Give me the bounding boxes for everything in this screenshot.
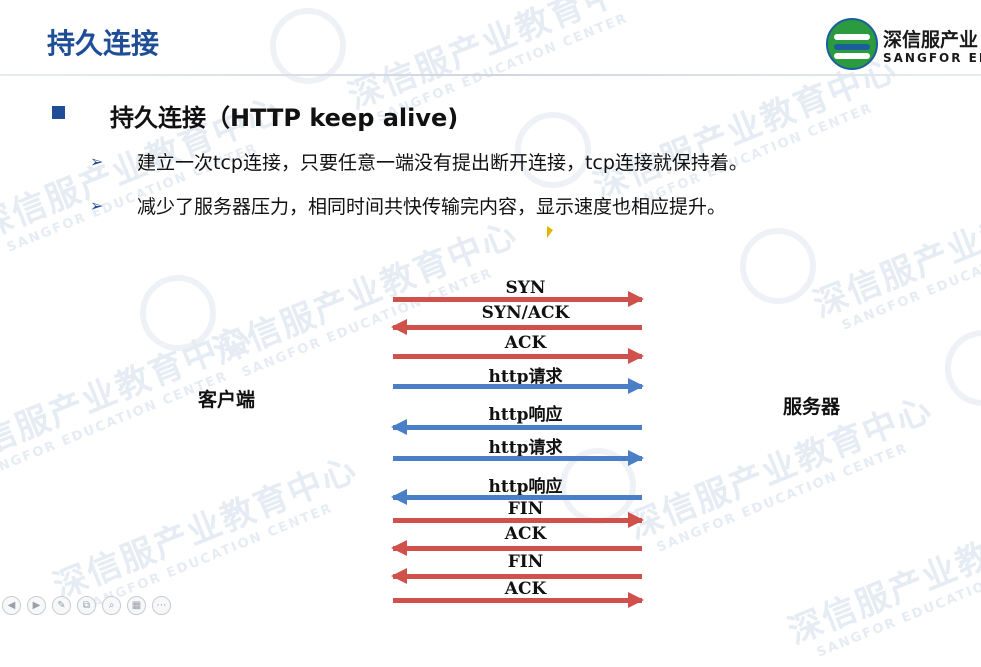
arrow-bullet-icon: ➢ bbox=[90, 152, 104, 171]
message-arrow-right bbox=[393, 348, 644, 364]
message-arrow-right bbox=[393, 512, 644, 528]
message-arrow-left bbox=[391, 540, 642, 556]
watermark-seal bbox=[270, 8, 346, 84]
message-arrow-right bbox=[393, 291, 644, 307]
message-arrow-right bbox=[393, 378, 644, 394]
zoom-icon[interactable]: ⌕ bbox=[102, 596, 121, 615]
message-arrow-left bbox=[391, 319, 642, 335]
watermark: 深信服产业教育中心SANGFOR EDUCATION CENTER bbox=[807, 167, 981, 334]
message-arrow-right bbox=[393, 592, 644, 608]
square-bullet-icon bbox=[52, 106, 65, 119]
slide-title: 持久连接 bbox=[47, 27, 160, 60]
watermark-seal bbox=[740, 228, 816, 304]
message-arrow-left bbox=[391, 419, 642, 435]
play-icon[interactable]: ▶ bbox=[27, 596, 46, 615]
message-label: http响应 bbox=[488, 477, 563, 497]
message-label: ACK bbox=[504, 524, 547, 544]
message-label: http响应 bbox=[488, 405, 563, 425]
grid-icon[interactable]: ▦ bbox=[127, 596, 146, 615]
message-label: http请求 bbox=[488, 438, 563, 458]
message-label: FIN bbox=[507, 552, 544, 572]
watermark-seal bbox=[945, 330, 981, 406]
message-arrow-right bbox=[393, 450, 644, 466]
watermark-seal bbox=[140, 275, 216, 351]
bullet-point: 建立一次tcp连接，只要任意一端没有提出断开连接，tcp连接就保持着。 bbox=[137, 152, 748, 174]
sangfor-logo-icon bbox=[826, 18, 878, 70]
server-label: 服务器 bbox=[783, 396, 841, 418]
message-label: ACK bbox=[504, 579, 547, 599]
client-label: 客户端 bbox=[198, 389, 256, 411]
message-label: FIN bbox=[507, 499, 544, 519]
section-heading: 持久连接（HTTP keep alive) bbox=[110, 104, 459, 132]
slideshow-toolbar: ◀ ▶ ✎ ⧉ ⌕ ▦ ⋯ bbox=[2, 596, 171, 615]
copy-icon[interactable]: ⧉ bbox=[77, 596, 96, 615]
prev-icon[interactable]: ◀ bbox=[2, 596, 21, 615]
watermark: 深信服产业教育中心SANGFOR EDUCATION CENTER bbox=[622, 389, 939, 556]
pen-icon[interactable]: ✎ bbox=[52, 596, 71, 615]
logo-name-cn: 深信服产业 bbox=[883, 29, 979, 51]
message-label: ACK bbox=[504, 333, 547, 353]
mouse-cursor-icon bbox=[547, 226, 553, 238]
more-icon[interactable]: ⋯ bbox=[152, 596, 171, 615]
logo-name-en: SANGFOR EDU bbox=[883, 51, 981, 65]
arrow-bullet-icon: ➢ bbox=[90, 196, 104, 215]
message-label: SYN bbox=[505, 278, 546, 298]
message-label: SYN/ACK bbox=[481, 303, 570, 323]
watermark: 深信服产业教育中心SANGFOR EDUCATION CENTER bbox=[782, 494, 981, 661]
title-divider bbox=[0, 74, 981, 76]
bullet-point: 减少了服务器压力，相同时间共快传输完内容，显示速度也相应提升。 bbox=[137, 196, 727, 218]
